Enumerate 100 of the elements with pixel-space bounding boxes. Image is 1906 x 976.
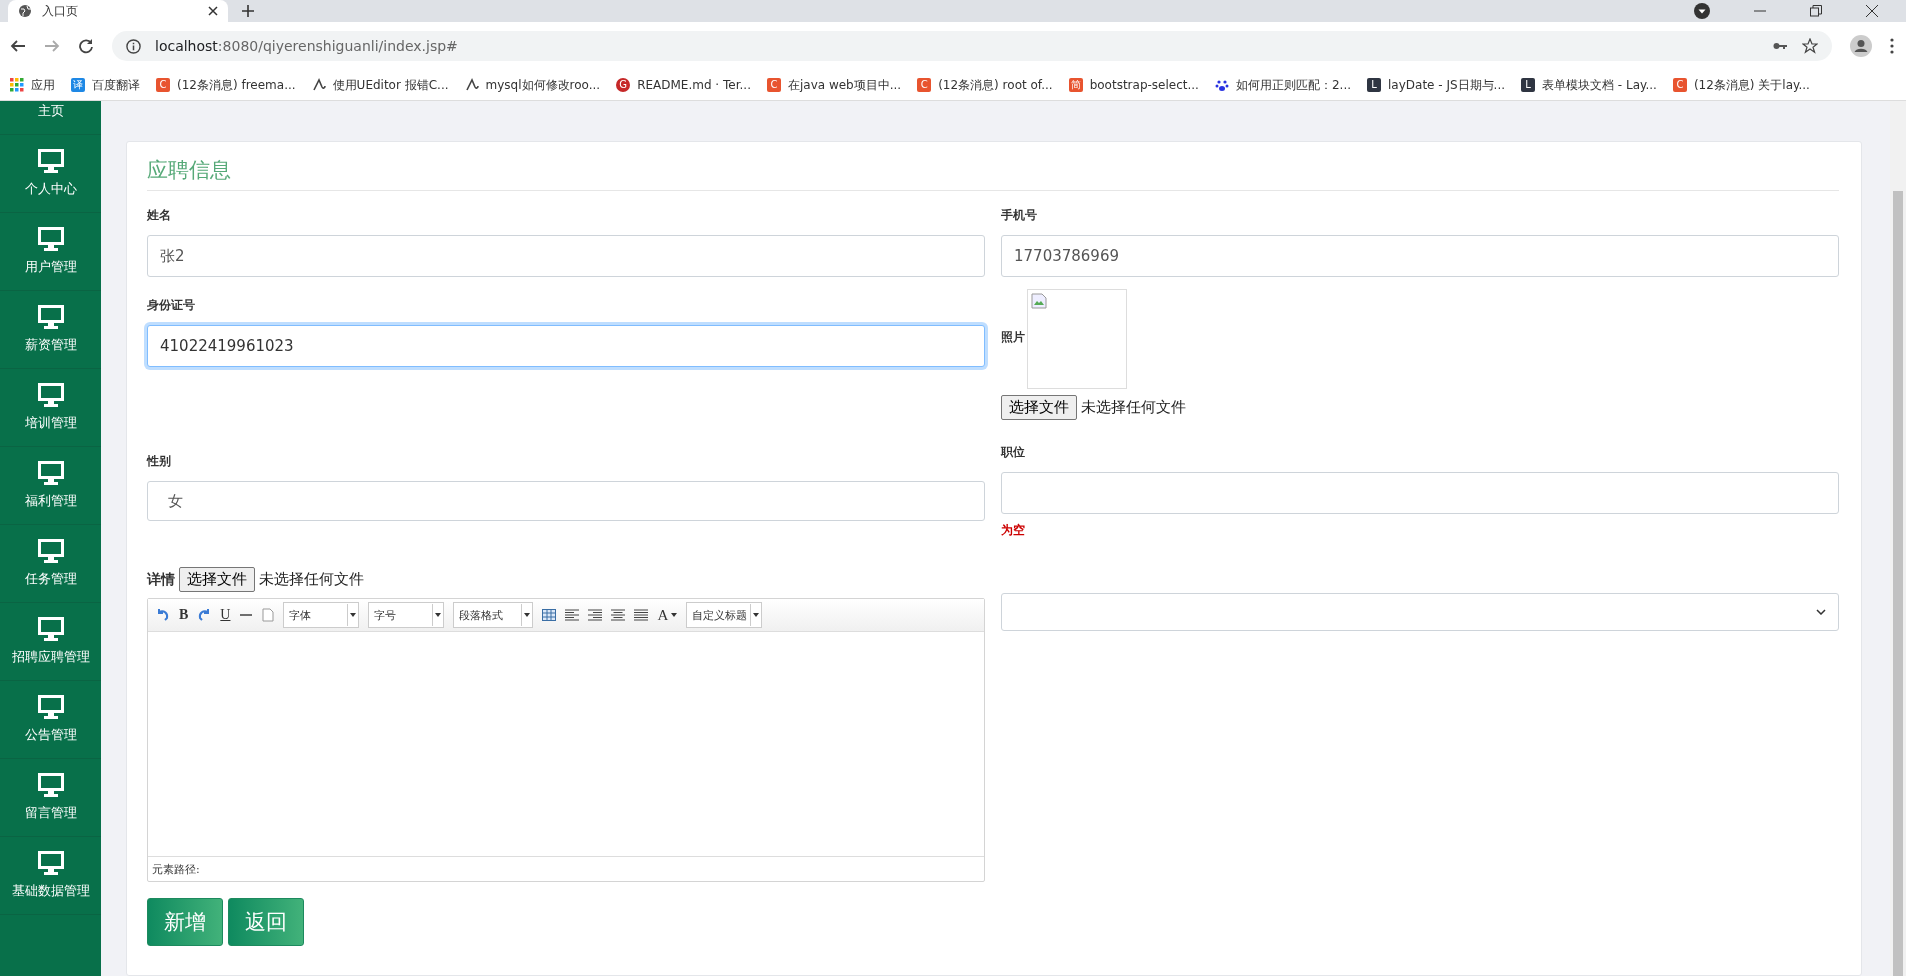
sidebar-item[interactable]: 基础数据管理 — [0, 837, 101, 915]
align-icon[interactable] — [611, 609, 626, 621]
align-icon[interactable] — [588, 609, 603, 621]
toolbar-dropdown[interactable]: 字体 — [283, 602, 360, 628]
field-label: 照片 — [1001, 329, 1025, 346]
bookmark[interactable]: L layDate - JS日期与... — [1367, 76, 1506, 94]
form-button[interactable]: 新增 — [147, 898, 223, 946]
avatar-icon[interactable] — [1850, 35, 1872, 57]
bookmark-label: layDate - JS日期与... — [1388, 76, 1506, 94]
bookmark-label: (12条消息) root of... — [938, 76, 1053, 94]
sidebar-item[interactable]: 招聘应聘管理 — [0, 603, 101, 681]
align-icon[interactable] — [565, 609, 580, 621]
bookmark-label: 表单模块文档 - Lay... — [1542, 76, 1657, 94]
globe-icon — [18, 4, 32, 18]
field-label: 详情 — [147, 570, 175, 589]
toolbar-dropdown[interactable]: 自定义标题 — [686, 602, 763, 628]
bookmark-label: 应用 — [31, 76, 55, 94]
bookmark[interactable]: 简 bootstrap-select... — [1068, 78, 1199, 92]
select-field[interactable] — [1001, 593, 1839, 631]
bookmark-label: bootstrap-select... — [1089, 78, 1199, 92]
address-bar[interactable]: localhost:8080/qiyerenshiguanli/index.jsp# — [112, 31, 1832, 61]
bookmark[interactable]: C (12条消息) freema... — [156, 76, 296, 94]
toolbar-dropdown[interactable]: 字号 — [368, 602, 445, 628]
url-text: localhost:8080/qiyerenshiguanli/index.jsp# — [155, 38, 458, 54]
star-icon[interactable] — [1802, 38, 1818, 54]
bookmark-label: mysql如何修改roo... — [485, 76, 601, 94]
profile-dropdown-icon[interactable] — [1694, 3, 1710, 19]
bookmark[interactable]: L 表单模块文档 - Lay... — [1521, 76, 1657, 94]
sidebar-item[interactable]: 留言管理 — [0, 759, 101, 837]
scrollbar[interactable] — [1890, 101, 1906, 976]
caret-icon — [671, 613, 678, 617]
undo-icon[interactable] — [156, 608, 170, 622]
monitor-icon — [37, 383, 64, 407]
sidebar-label: 基础数据管理 — [11, 882, 90, 900]
id-number-input[interactable]: 41022419961023 — [147, 325, 985, 367]
name-input[interactable]: 张2 — [147, 235, 985, 277]
bookmark[interactable]: 应用 — [10, 76, 55, 94]
sidebar-item[interactable]: 主页 — [0, 101, 101, 135]
new-tab-icon[interactable] — [242, 5, 254, 17]
browser-tab[interactable]: 入口页 — [8, 0, 228, 22]
close-icon[interactable] — [1866, 5, 1878, 17]
redo-icon[interactable] — [197, 608, 212, 622]
monitor-icon — [37, 227, 64, 251]
underline-button[interactable]: U — [220, 607, 231, 623]
restore-icon[interactable] — [1810, 5, 1822, 17]
site-logo: C — [156, 78, 170, 92]
bold-button[interactable]: B — [179, 607, 189, 623]
close-icon[interactable] — [208, 6, 218, 16]
position-input[interactable] — [1001, 472, 1839, 514]
sidebar-item[interactable]: 福利管理 — [0, 447, 101, 525]
align-icon[interactable] — [634, 609, 649, 621]
sidebar-item[interactable]: 培训管理 — [0, 369, 101, 447]
swirl-icon — [464, 78, 479, 92]
back-icon[interactable] — [10, 38, 26, 54]
sidebar-item[interactable]: 公告管理 — [0, 681, 101, 759]
bookmark[interactable]: 译 百度翻译 — [71, 76, 140, 94]
monitor-icon — [37, 695, 64, 719]
sidebar-item[interactable]: 任务管理 — [0, 525, 101, 603]
file-status: 未选择任何文件 — [1081, 398, 1186, 417]
bookmark[interactable]: C (12条消息) root of... — [917, 76, 1053, 94]
reload-icon[interactable] — [78, 38, 94, 54]
site-logo: 译 — [71, 78, 85, 92]
bookmark[interactable]: G README.md · Ter... — [616, 78, 751, 92]
monitor-icon — [37, 617, 64, 641]
choose-file-button[interactable]: 选择文件 — [1001, 395, 1077, 420]
sidebar-item[interactable]: 个人中心 — [0, 135, 101, 213]
sidebar-label: 用户管理 — [24, 258, 77, 276]
bookmark[interactable]: 使用UEditor 报错C... — [311, 76, 449, 94]
form-button[interactable]: 返回 — [228, 898, 304, 946]
field-label: 职位 — [1001, 444, 1026, 461]
bookmark-label: (12条消息) 关于lay... — [1693, 76, 1810, 94]
sidebar-label: 公告管理 — [24, 726, 77, 744]
toolbar-dropdown[interactable]: 段落格式 — [453, 602, 534, 628]
sidebar-item[interactable]: 用户管理 — [0, 213, 101, 291]
font-color-button[interactable]: A — [657, 606, 669, 624]
sidebar-item[interactable]: 薪资管理 — [0, 291, 101, 369]
bookmark-label: README.md · Ter... — [637, 78, 751, 92]
element-path: 元素路径: — [148, 856, 984, 881]
site-logo: C — [766, 78, 781, 92]
chevron-down-icon — [1816, 609, 1826, 615]
monitor-icon — [37, 149, 64, 173]
bookmark-label: 百度翻译 — [92, 76, 140, 94]
info-icon — [126, 38, 141, 54]
tab-title: 入口页 — [42, 2, 78, 20]
phone-input[interactable]: 17703786969 — [1001, 235, 1839, 277]
menu-icon[interactable] — [1890, 38, 1894, 54]
bookmark[interactable]: mysql如何修改roo... — [464, 76, 601, 94]
bookmark[interactable]: C 在java web项目中... — [766, 76, 902, 94]
gender-select[interactable]: 女 — [147, 481, 985, 521]
bookmark[interactable]: C (12条消息) 关于lay... — [1672, 76, 1810, 94]
bookmark[interactable]: 如何用正则匹配：2... — [1214, 76, 1351, 94]
table-icon[interactable] — [542, 609, 557, 621]
monitor-icon — [37, 851, 64, 875]
apps-grid-icon — [10, 78, 24, 92]
choose-file-button[interactable]: 选择文件 — [179, 567, 255, 592]
field-label: 性别 — [147, 453, 172, 470]
sidebar-label: 留言管理 — [24, 804, 77, 822]
monitor-icon — [37, 461, 64, 485]
caret-icon — [753, 613, 760, 617]
broken-image-icon — [1031, 293, 1047, 309]
